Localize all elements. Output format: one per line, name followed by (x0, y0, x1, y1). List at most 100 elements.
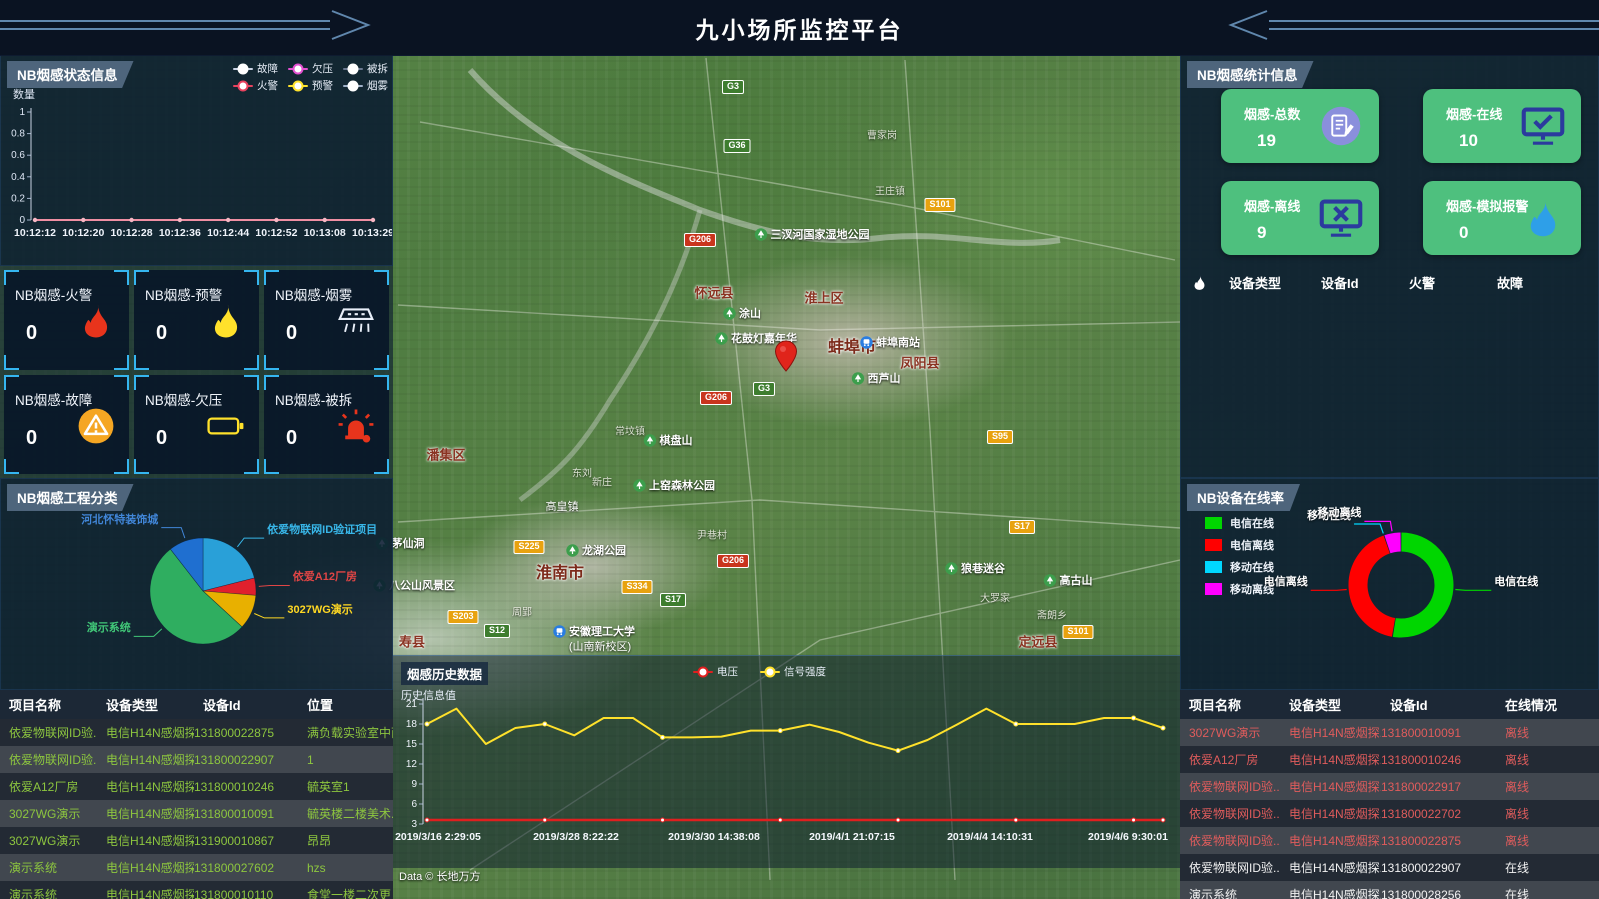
card-smoke-sim-alarm[interactable]: 烟感-模拟报警 0 (1423, 181, 1581, 255)
cell-device-type: 电信H14N感烟探... (1280, 805, 1381, 822)
table-row[interactable]: 演示系统电信H14N感烟探...131800027602hzs (0, 854, 393, 881)
cell-online-status: 离线 (1496, 751, 1599, 768)
col-device-id: 设备Id (194, 695, 298, 714)
table-row[interactable]: 演示系统电信H14N感烟探...131800028256在线 (1180, 881, 1599, 899)
cell-project-name: 依爱A12厂房 (0, 778, 97, 795)
siren-icon (337, 407, 375, 445)
stat-box-value: 0 (156, 322, 167, 345)
legend-label: 被拆 (367, 61, 388, 76)
map-label-village: 新庄 (592, 474, 612, 489)
road-badge: S17 (1009, 520, 1035, 534)
cell-device-id: 131900010867 (194, 834, 298, 848)
smoke-detector-icon (337, 302, 375, 340)
stat-box-lowvolt[interactable]: NB烟感-欠压 0 (134, 375, 259, 475)
legend-dot (293, 80, 304, 91)
map-pin-marker[interactable] (774, 340, 798, 372)
table-row[interactable]: 依爱物联网ID验...电信H14N感烟探...131800022917离线 (1180, 773, 1599, 800)
table-row[interactable]: 依爱物联网ID验...电信H14N感烟探...131800022702离线 (1180, 800, 1599, 827)
donut-slice[interactable] (1358, 544, 1394, 627)
card-smoke-total[interactable]: 烟感-总数 19 (1221, 89, 1379, 163)
card-label: 烟感-模拟报警 (1446, 196, 1528, 215)
table-row[interactable]: 依爱物联网ID验...电信H14N感烟探...131800022907在线 (1180, 854, 1599, 881)
page-title: 九小场所监控平台 (696, 11, 904, 45)
legend-item[interactable]: 火警 (233, 78, 278, 93)
top-header-bar: 九小场所监控平台 (0, 0, 1599, 56)
legend-item[interactable]: 移动在线 (1205, 559, 1274, 575)
donut-slice-label: 电信在线10个 (1494, 576, 1538, 589)
legend-label: 故障 (257, 61, 278, 76)
svg-text:10:12:12: 10:12:12 (14, 227, 56, 239)
cell-project-name: 依爱A12厂房 (1180, 751, 1280, 768)
legend-marker (693, 671, 713, 673)
col-device-type: 设备类型 (1280, 695, 1381, 714)
table-row[interactable]: 依爱物联网ID验...电信H14N感烟探...131800022875满负载实验… (0, 719, 393, 746)
stat-box-prewarn[interactable]: NB烟感-预警 0 (134, 270, 259, 370)
svg-text:18: 18 (406, 719, 418, 730)
donut-slice[interactable] (1387, 542, 1400, 544)
card-smoke-online[interactable]: 烟感-在线 10 (1423, 89, 1581, 163)
map-label-station: 安徽理工大学 (553, 623, 635, 639)
table-row[interactable]: 演示系统电信H14N感烟探...131800010110食堂一楼二次更 (0, 881, 393, 899)
table-row[interactable]: 3027WG演示电信H14N感烟探...131900010867昂昂 (0, 827, 393, 854)
history-line-chart: 211815129632019/3/16 2:29:052019/3/28 8:… (393, 666, 1180, 866)
stat-box-fault[interactable]: NB烟感-故障 0 (4, 375, 129, 475)
map-label-poi: 棋盘山 (644, 432, 693, 448)
table-row[interactable]: 依爱A12厂房电信H14N感烟探...131800010246离线 (1180, 746, 1599, 773)
cell-online-status: 在线 (1496, 886, 1599, 899)
cell-location: 1 (298, 753, 393, 767)
legend-item[interactable]: 电压 (693, 664, 738, 679)
legend-item[interactable]: 预警 (288, 78, 333, 93)
map-label-village: 常坟镇 (615, 423, 645, 438)
table-row[interactable]: 3027WG演示电信H14N感烟探...131800010091毓英楼二楼美术.… (0, 800, 393, 827)
road-badge: G3 (722, 80, 744, 94)
device-location-table: 项目名称 设备类型 设备Id 位置 依爱物联网ID验...电信H14N感烟探..… (0, 690, 393, 899)
legend-item[interactable]: 故障 (233, 61, 278, 76)
legend-item[interactable]: 电信在线 (1205, 515, 1274, 531)
road-badge: G36 (723, 139, 750, 153)
legend-item[interactable]: 电信离线 (1205, 537, 1274, 553)
svg-text:10:12:20: 10:12:20 (62, 227, 104, 239)
map-label-poi: 涂山 (723, 305, 761, 321)
legend-marker (233, 68, 253, 70)
legend-label: 电压 (717, 664, 738, 679)
stat-box-tamper[interactable]: NB烟感-被拆 0 (264, 375, 389, 475)
panel-smoke-history: 烟感历史数据 历史信息值 电压信号强度 211815129632019/3/16… (393, 655, 1180, 868)
stat-box-smoke[interactable]: NB烟感-烟雾 0 (264, 270, 389, 370)
map-label-village: 大罗家 (980, 590, 1010, 605)
legend-marker (760, 671, 780, 673)
flame-blue-icon (1521, 197, 1565, 239)
cell-location: hzs (298, 861, 393, 875)
table-row[interactable]: 3027WG演示电信H14N感烟探...131800010091离线 (1180, 719, 1599, 746)
map-label-county: 潘集区 (426, 445, 465, 464)
road-badge: S12 (484, 624, 510, 638)
cell-device-id: 131800022875 (1381, 834, 1496, 848)
legend-item[interactable]: 欠压 (288, 61, 333, 76)
cell-device-id: 131800010091 (1381, 726, 1496, 740)
history-chart-legend[interactable]: 电压 信号强度 (693, 664, 826, 679)
svg-text:0.4: 0.4 (11, 172, 25, 183)
table-row[interactable]: 依爱A12厂房电信H14N感烟探...131800010246毓英室1 (0, 773, 393, 800)
cell-device-id: 131800028256 (1381, 888, 1496, 899)
legend-item[interactable]: 信号强度 (760, 664, 826, 679)
stat-box-label: NB烟感-预警 (145, 284, 222, 304)
header-decoration-right (1199, 8, 1599, 46)
cell-project-name: 演示系统 (1180, 886, 1280, 899)
status-chart-ylabel: 数量 (13, 86, 35, 102)
cell-location: 食堂一楼二次更 (298, 886, 393, 899)
table-row[interactable]: 依爱物联网ID验...电信H14N感烟探...1318000229071 (0, 746, 393, 773)
svg-text:10:12:52: 10:12:52 (255, 227, 297, 239)
legend-item[interactable]: 被拆 (343, 61, 388, 76)
stat-box-label: NB烟感-被拆 (275, 389, 352, 409)
legend-swatch (1205, 539, 1222, 551)
stat-box-fire[interactable]: NB烟感-火警 0 (4, 270, 129, 370)
legend-dot (348, 80, 359, 91)
status-chart-legend[interactable]: 故障欠压 被拆火警预警烟雾 (233, 61, 388, 93)
legend-item[interactable]: 烟雾 (343, 78, 388, 93)
header-decoration-left (0, 8, 400, 46)
donut-slice[interactable] (1394, 542, 1444, 628)
card-smoke-offline[interactable]: 烟感-离线 9 (1221, 181, 1379, 255)
legend-label: 电信在线 (1230, 515, 1274, 531)
table-row[interactable]: 依爱物联网ID验...电信H14N感烟探...131800022875离线 (1180, 827, 1599, 854)
card-label: 烟感-离线 (1244, 196, 1300, 215)
stat-box-value: 0 (286, 322, 297, 345)
